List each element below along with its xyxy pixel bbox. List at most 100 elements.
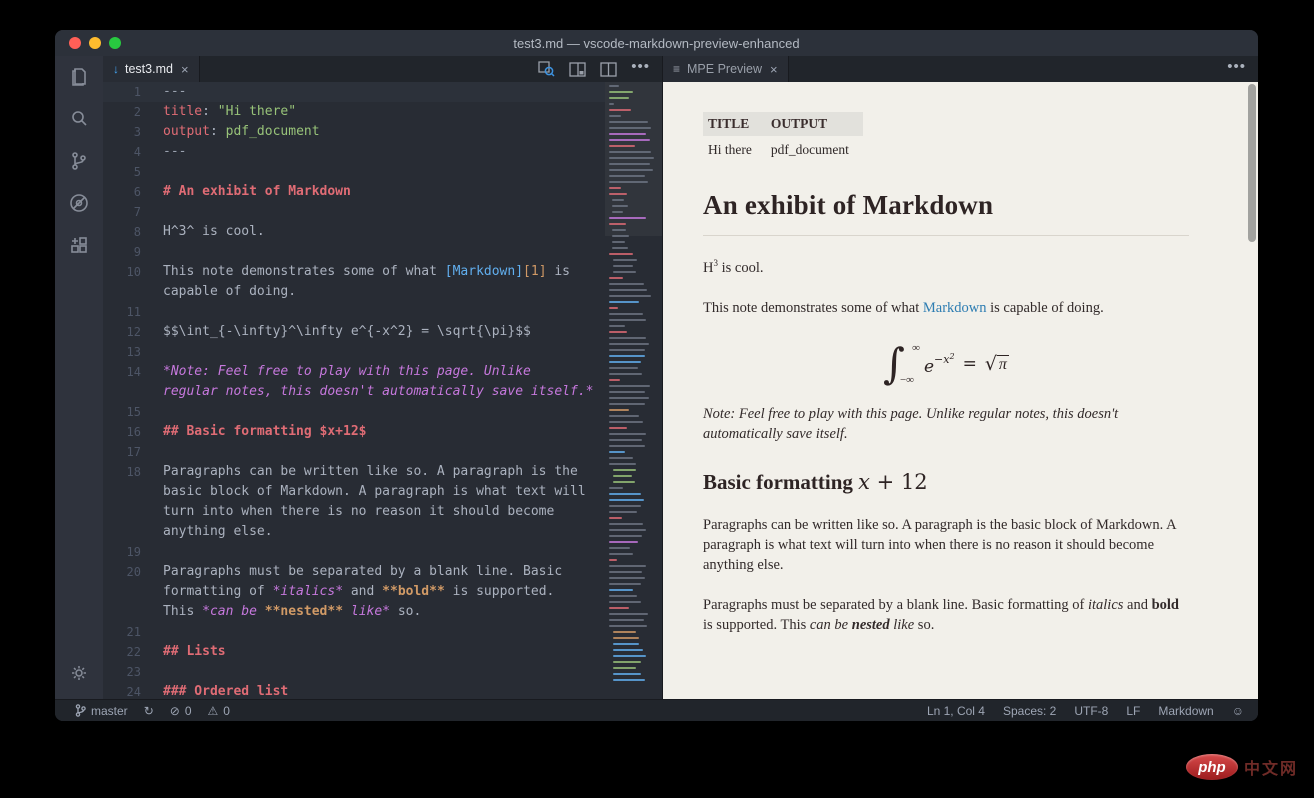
preview-scrollbar-thumb[interactable] [1248, 84, 1256, 242]
minimap-line [609, 529, 646, 531]
code-line[interactable]: 18Paragraphs can be written like so. A p… [103, 462, 605, 482]
line-number: 11 [103, 302, 163, 322]
minimap-line [609, 457, 633, 459]
line-number: 2 [103, 102, 163, 122]
code-line[interactable]: 2title: "Hi there" [103, 102, 605, 122]
markdown-preview-pane[interactable]: TITLE OUTPUT Hi there pdf_document An ex… [663, 82, 1258, 699]
language-mode[interactable]: Markdown [1158, 704, 1213, 718]
minimap-line [609, 151, 651, 153]
code-line[interactable]: 23 [103, 662, 605, 682]
preview-more-actions-icon[interactable]: ••• [1227, 59, 1246, 80]
sync-indicator[interactable]: ↻ [144, 705, 154, 717]
more-actions-icon[interactable]: ••• [631, 59, 650, 80]
minimap-line [609, 415, 639, 417]
settings-gear-icon[interactable] [55, 655, 103, 691]
minimap-line [609, 619, 644, 621]
minimap-line [609, 139, 650, 141]
markdown-file-icon: ↓ [113, 62, 119, 76]
line-number [103, 282, 163, 302]
code-line[interactable]: 10This note demonstrates some of what [M… [103, 262, 605, 282]
code-line[interactable]: 1--- [103, 82, 605, 102]
code-line[interactable]: 13 [103, 342, 605, 362]
minimap-line [609, 499, 644, 501]
code-editor[interactable]: 1---2title: "Hi there"3output: pdf_docum… [103, 82, 662, 699]
code-line[interactable]: 16## Basic formatting $x+12$ [103, 422, 605, 442]
paragraph-intro: This note demonstrates some of what Mark… [703, 298, 1189, 318]
close-tab-icon[interactable]: × [181, 62, 189, 77]
minimap-line [609, 547, 630, 549]
source-control-icon[interactable] [55, 140, 103, 182]
code-line[interactable]: 7 [103, 202, 605, 222]
open-preview-side-icon[interactable] [569, 62, 586, 77]
minimap-line [609, 187, 621, 189]
zoom-window-button[interactable] [109, 37, 121, 49]
code-line[interactable]: capable of doing. [103, 282, 605, 302]
line-number: 24 [103, 682, 163, 699]
split-editor-icon[interactable] [600, 62, 617, 77]
minimap[interactable] [605, 82, 662, 699]
minimap-viewport[interactable] [605, 82, 662, 236]
code-line[interactable]: 12$$\int_{-\infty}^\infty e^{-x^2} = \sq… [103, 322, 605, 342]
minimap-line [609, 109, 631, 111]
code-line[interactable]: 6# An exhibit of Markdown [103, 182, 605, 202]
minimap-line [609, 625, 647, 627]
sync-icon: ↻ [144, 705, 154, 717]
encoding[interactable]: UTF-8 [1074, 704, 1108, 718]
line-number: 21 [103, 622, 163, 642]
code-line[interactable]: regular notes, this doesn't automaticall… [103, 382, 605, 402]
debug-icon[interactable] [55, 182, 103, 224]
editor-tab-bar: ↓ test3.md × ••• [103, 56, 662, 82]
minimap-line [609, 541, 638, 543]
code-line[interactable]: 9 [103, 242, 605, 262]
code-line[interactable]: 22## Lists [103, 642, 605, 662]
cursor-position[interactable]: Ln 1, Col 4 [927, 704, 985, 718]
code-line[interactable]: anything else. [103, 522, 605, 542]
close-window-button[interactable] [69, 37, 81, 49]
code-line[interactable]: 4--- [103, 142, 605, 162]
code-line[interactable]: formatting of *italics* and **bold** is … [103, 582, 605, 602]
paragraph-basic-1: Paragraphs can be written like so. A par… [703, 515, 1189, 575]
feedback-smiley-icon[interactable]: ☺ [1232, 704, 1244, 718]
extensions-icon[interactable] [55, 224, 103, 266]
explorer-icon[interactable] [55, 56, 103, 98]
minimap-line [612, 235, 629, 237]
code-line[interactable]: 3output: pdf_document [103, 122, 605, 142]
open-preview-icon[interactable] [537, 61, 555, 77]
code-lines[interactable]: 1---2title: "Hi there"3output: pdf_docum… [103, 82, 605, 699]
markdown-link[interactable]: Markdown [923, 300, 987, 316]
code-line[interactable]: 8H^3^ is cool. [103, 222, 605, 242]
eol-sequence[interactable]: LF [1126, 704, 1140, 718]
minimap-line [609, 85, 619, 87]
minimap-line [609, 307, 618, 309]
minimize-window-button[interactable] [89, 37, 101, 49]
code-line[interactable]: This *can be **nested** like* so. [103, 602, 605, 622]
tab-test3-md[interactable]: ↓ test3.md × [103, 56, 200, 82]
search-icon[interactable] [55, 98, 103, 140]
minimap-line [609, 367, 638, 369]
minimap-line [613, 643, 639, 645]
minimap-line [613, 631, 636, 633]
minimap-line [609, 433, 646, 435]
code-line[interactable]: 17 [103, 442, 605, 462]
error-indicator[interactable]: ⊘0 [170, 704, 192, 718]
preview-menu-icon: ≡ [673, 62, 681, 76]
minimap-line [613, 475, 632, 477]
code-line[interactable]: 11 [103, 302, 605, 322]
code-line[interactable]: basic block of Markdown. A paragraph is … [103, 482, 605, 502]
warning-indicator[interactable]: ⚠0 [208, 704, 230, 718]
code-line[interactable]: 24### Ordered list [103, 682, 605, 699]
code-line[interactable]: 20Paragraphs must be separated by a blan… [103, 562, 605, 582]
code-line[interactable]: 21 [103, 622, 605, 642]
code-line[interactable]: 14*Note: Feel free to play with this pag… [103, 362, 605, 382]
tab-mpe-preview[interactable]: ≡ MPE Preview × [663, 56, 789, 82]
close-preview-tab-icon[interactable]: × [770, 62, 778, 77]
code-line[interactable]: 19 [103, 542, 605, 562]
git-branch-indicator[interactable]: master [75, 704, 128, 718]
php-logo: php [1186, 754, 1238, 780]
line-number: 20 [103, 562, 163, 582]
indentation[interactable]: Spaces: 2 [1003, 704, 1056, 718]
code-line[interactable]: turn into when there is no reason it sho… [103, 502, 605, 522]
code-line[interactable]: 5 [103, 162, 605, 182]
code-line[interactable]: 15 [103, 402, 605, 422]
preview-actions: ••• [1227, 56, 1258, 82]
